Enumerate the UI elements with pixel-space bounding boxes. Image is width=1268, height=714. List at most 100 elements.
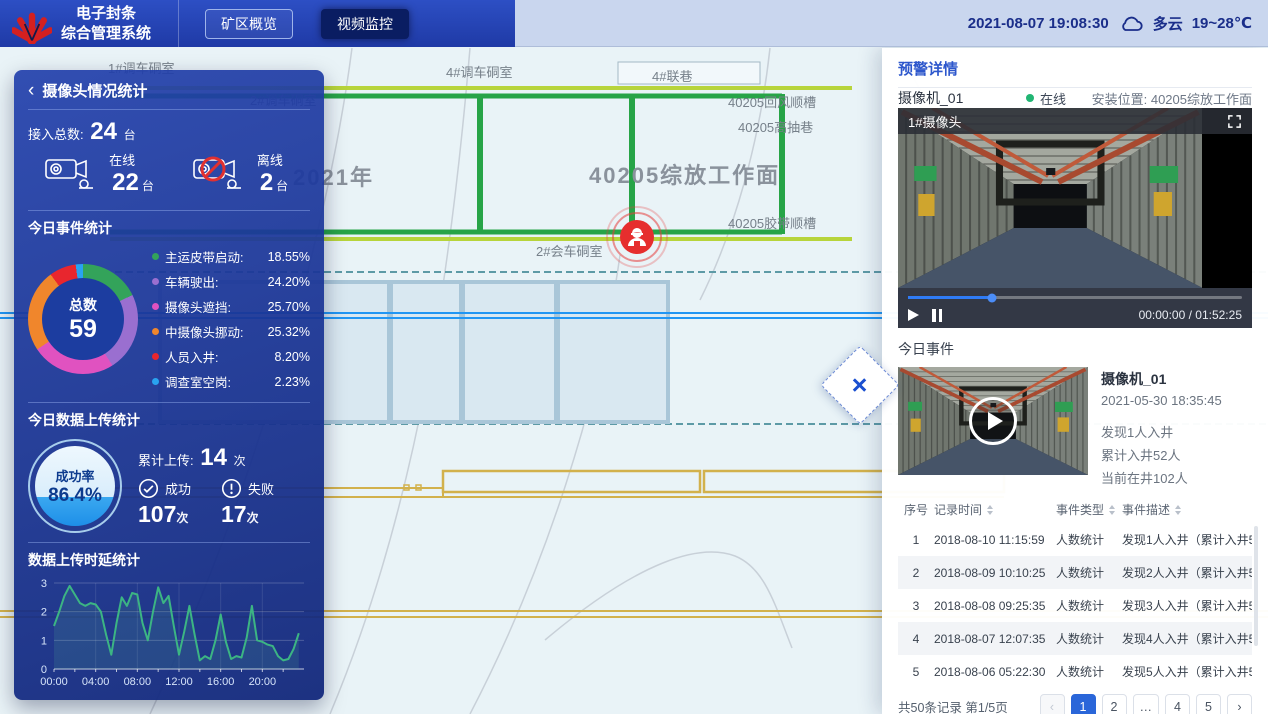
svg-text:20:00: 20:00	[249, 676, 277, 688]
app-title: 电子封条 综合管理系统	[61, 4, 151, 43]
event-thumbnail[interactable]	[898, 367, 1088, 475]
table-header: 序号记录时间事件类型事件描述	[898, 496, 1252, 523]
events-table: 序号记录时间事件类型事件描述 12018-08-10 11:15:59人数统计发…	[898, 496, 1252, 688]
fail-exclamation-icon	[221, 478, 242, 499]
offline-cameras: 离线 2台	[169, 150, 310, 197]
legend-item: 中摄像头挪动:25.32%	[152, 322, 310, 341]
offline-count: 2	[260, 169, 273, 196]
camera-name: 摄像机_01	[898, 88, 1026, 108]
collapse-chevron-icon[interactable]: ‹	[28, 81, 34, 100]
map-label: 40205综放工作面	[589, 158, 780, 190]
page-button-4[interactable]: 4	[1165, 694, 1190, 714]
map-label: 4#调车硐室	[446, 62, 512, 81]
sort-icon[interactable]	[1109, 505, 1115, 515]
video-time: 00:00:00 / 01:52:25	[1139, 308, 1242, 322]
column-header-记录时间[interactable]: 记录时间	[934, 501, 1056, 518]
weather-temp: 19~28℃	[1192, 14, 1252, 32]
svg-text:08:00: 08:00	[124, 676, 152, 688]
event-current: 当前在井102人	[1101, 468, 1222, 487]
prev-page-button: ‹	[1040, 694, 1065, 714]
legend-dot	[152, 303, 159, 310]
video-title: 1#摄像头	[908, 112, 961, 131]
event-total: 累计入井52人	[1101, 445, 1222, 464]
alert-marker[interactable]	[605, 205, 669, 269]
install-location: 安装位置: 40205综放工作面	[1092, 89, 1252, 108]
page-button-1[interactable]: 1	[1071, 694, 1096, 714]
map-label: 40205高抽巷	[738, 117, 813, 136]
legend-dot	[152, 353, 159, 360]
fullscreen-icon[interactable]	[1227, 114, 1242, 129]
event-found: 发现1人入井	[1101, 422, 1222, 441]
play-button[interactable]	[908, 309, 919, 321]
main-nav: 矿区概览视频监控	[178, 0, 409, 47]
pause-button[interactable]	[932, 309, 942, 322]
camera-stats-panel: ‹ 摄像头情况统计 接入总数: 24 台 在线 22	[14, 70, 324, 700]
next-page-button[interactable]: ›	[1227, 694, 1252, 714]
table-row[interactable]: 12018-08-10 11:15:59人数统计发现1人入井（累计入井52人..…	[898, 523, 1252, 556]
page-button-5[interactable]: 5	[1196, 694, 1221, 714]
panel-title: 摄像头情况统计	[42, 80, 147, 101]
datetime-text: 2021-08-07 19:08:30	[968, 15, 1109, 32]
upload-fail: 失败 17次	[221, 478, 274, 528]
table-row[interactable]: 42018-08-07 12:07:35人数统计发现4人入井（累计入井52人..…	[898, 622, 1252, 655]
pagination: 共50条记录 第1/5页 ‹ 12 …45 ›	[898, 688, 1252, 714]
latency-line-chart: 012300:0004:0008:0012:0016:0020:00	[28, 575, 310, 700]
sort-icon[interactable]	[987, 505, 993, 515]
nav-button-矿区概览[interactable]: 矿区概览	[205, 9, 293, 39]
online-status-dot	[1026, 94, 1034, 102]
column-header-事件描述[interactable]: 事件描述	[1122, 501, 1252, 518]
record-summary: 共50条记录 第1/5页	[898, 697, 1008, 714]
legend-item: 摄像头遮挡:25.70%	[152, 297, 310, 316]
event-camera: 摄像机_01	[1101, 369, 1222, 389]
camera-status: 在线	[1040, 89, 1066, 108]
brand: 电子封条 综合管理系统	[0, 0, 178, 47]
svg-text:00:00: 00:00	[40, 676, 68, 688]
video-frame[interactable]	[898, 108, 1202, 288]
sort-icon[interactable]	[1175, 505, 1181, 515]
video-letterbox	[1202, 108, 1252, 288]
ban-icon	[202, 158, 224, 180]
top-bar-left: 电子封条 综合管理系统 矿区概览视频监控	[0, 0, 515, 47]
video-player: 1#摄像头 00:00:00 / 01:52:25	[898, 108, 1252, 328]
warning-detail-title: 预警详情	[898, 58, 1252, 88]
page-ellipsis[interactable]: …	[1133, 694, 1160, 714]
legend-item: 车辆驶出:24.20%	[152, 272, 310, 291]
offline-label: 离线	[257, 150, 288, 169]
online-cameras: 在线 22台	[28, 150, 169, 197]
progress-bar[interactable]	[908, 296, 1242, 299]
column-header-序号: 序号	[898, 501, 934, 518]
weather-condition: 多云	[1153, 13, 1183, 34]
svg-text:12:00: 12:00	[165, 676, 193, 688]
miner-alert-icon	[605, 205, 669, 269]
table-row[interactable]: 52018-08-06 05:22:30人数统计发现5人入井（累计入井52人..…	[898, 655, 1252, 688]
column-header-事件类型[interactable]: 事件类型	[1056, 501, 1122, 518]
map-label: 4#联巷	[652, 66, 692, 85]
upload-total: 累计上传: 14 次	[138, 444, 310, 472]
table-scrollbar[interactable]	[1254, 526, 1258, 646]
svg-text:1: 1	[41, 635, 47, 647]
legend-dot	[152, 278, 159, 285]
app-root: 1#调车硐室2#调车硐室4#调车硐室4#联巷40205回风顺槽40205高抽巷2…	[0, 0, 1268, 714]
cloud-icon	[1118, 15, 1144, 32]
camera-offline-icon	[191, 151, 249, 197]
nav-button-视频监控[interactable]: 视频监控	[321, 9, 409, 39]
online-count: 22	[112, 169, 139, 196]
legend-item: 主运皮带启动:18.55%	[152, 247, 310, 266]
progress-knob[interactable]	[987, 293, 996, 302]
svg-text:0: 0	[41, 664, 47, 676]
svg-text:2: 2	[41, 607, 47, 619]
map-label: 40205胶带顺槽	[728, 213, 816, 232]
map-label: 2#会车硐室	[536, 241, 602, 260]
video-controls: 00:00:00 / 01:52:25	[898, 288, 1252, 328]
camera-total: 接入总数: 24 台	[28, 118, 310, 146]
page-button-2[interactable]: 2	[1102, 694, 1127, 714]
table-row[interactable]: 22018-08-09 10:10:25人数统计发现2人入井（累计入井52人..…	[898, 556, 1252, 589]
table-row[interactable]: 32018-08-08 09:25:35人数统计发现3人入井（累计入井52人..…	[898, 589, 1252, 622]
play-overlay-icon[interactable]	[969, 397, 1017, 445]
event-time: 2021-05-30 18:35:45	[1101, 393, 1222, 408]
warning-detail-panel: 预警详情 摄像机_01 在线 安装位置: 40205综放工作面 1#摄像头	[882, 48, 1268, 714]
legend-dot	[152, 378, 159, 385]
svg-text:04:00: 04:00	[82, 676, 110, 688]
legend-item: 调查室空岗:2.23%	[152, 372, 310, 391]
app-logo	[12, 4, 52, 44]
